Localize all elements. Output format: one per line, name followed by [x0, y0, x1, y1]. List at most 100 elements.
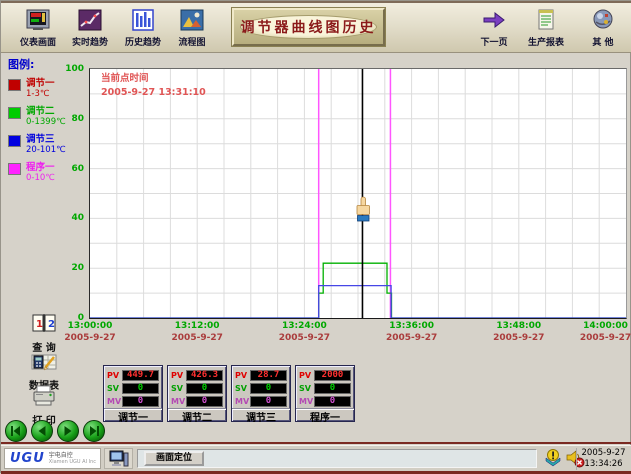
panel-controller-3: PV28.7 SV0 MV0 调节三 — [231, 365, 291, 422]
series-range: 0-10℃ — [26, 173, 88, 183]
company-logo: UGU 宇电自控 Xiamen UGU AI Inc — [4, 448, 101, 469]
statusbar-separator — [1, 442, 631, 444]
alarm-indicator-icon[interactable] — [544, 448, 562, 468]
datasheet-icon — [31, 350, 57, 376]
toolbar-item-label: 下一页 — [480, 35, 507, 48]
y-axis-tick: 20 — [1, 263, 84, 273]
panel-name: 调节二 — [168, 408, 226, 422]
workstation-indicator — [104, 448, 133, 469]
pv-value: 449.7 — [122, 370, 159, 381]
toolbar-item-instrument-screen[interactable]: 仪表画面 — [11, 7, 65, 53]
last-page-button[interactable] — [83, 420, 105, 442]
sv-value: 0 — [314, 383, 351, 394]
page-title-plaque: 调节器曲线图历史 — [232, 8, 385, 46]
sv-label: SV — [299, 384, 314, 393]
previous-icon — [33, 422, 51, 440]
panel-program-1: PV2000 SV0 MV0 程序一 — [295, 365, 355, 422]
x-axis-tick: 13:24:002005-9-27 — [279, 321, 330, 343]
mv-value: 0 — [122, 396, 159, 407]
annotation-datetime: 2005-9-27 13:31:10 — [101, 86, 206, 100]
flow-diagram-icon — [179, 7, 205, 33]
panel-name: 程序一 — [296, 408, 354, 422]
series-swatch — [8, 135, 21, 147]
annotation-label: 当前点时间 — [101, 72, 206, 86]
computer-icon — [109, 450, 129, 468]
toolbar-item-history-trend[interactable]: 历史趋势 — [117, 7, 169, 53]
next-icon — [59, 422, 77, 440]
page-navigation — [5, 420, 105, 442]
svg-text:1: 1 — [36, 319, 43, 330]
legend-item: 调节一 1-3℃ — [8, 78, 88, 100]
instrument-screen-icon — [25, 7, 51, 33]
toolbar-item-realtime-trend[interactable]: 实时趋势 — [63, 7, 117, 53]
mv-value: 0 — [250, 396, 287, 407]
x-axis-tick: 13:36:002005-9-27 — [386, 321, 437, 343]
toolbar-item-label: 生产报表 — [528, 35, 564, 48]
status-date: 2005-9-27 — [577, 448, 630, 459]
mv-value: 0 — [186, 396, 223, 407]
hmi-screen: { "toolbar": { "left_items": [ { "label"… — [0, 0, 631, 473]
toolbar-item-next-page[interactable]: 下一页 — [466, 7, 522, 53]
panel-controller-1: PV449.7 SV0 MV0 调节一 — [103, 365, 163, 422]
next-page-button[interactable] — [57, 420, 79, 442]
pv-value: 2000 — [314, 370, 351, 381]
query-button[interactable]: 12 查 询 — [15, 313, 73, 354]
pv-label: PV — [299, 371, 314, 380]
pv-label: PV — [107, 371, 122, 380]
svg-text:2: 2 — [48, 319, 55, 330]
screen-locate-button[interactable]: 画面定位 — [144, 451, 204, 466]
toolbar-item-label: 仪表画面 — [20, 35, 56, 48]
company-name-cn: 宇电自控 — [49, 453, 96, 459]
y-axis-tick: 100 — [1, 64, 84, 74]
realtime-trend-icon — [77, 7, 103, 33]
legend-item: 调节三 20-101℃ — [8, 134, 88, 156]
sv-value: 0 — [122, 383, 159, 394]
y-axis-tick: 40 — [1, 213, 84, 223]
y-axis-tick: 60 — [1, 164, 84, 174]
statusbar: UGU 宇电自控 Xiamen UGU AI Inc 画面定位 2005-9-2… — [1, 445, 631, 471]
other-globe-icon — [591, 7, 615, 33]
company-name-en: Xiamen UGU AI Inc — [49, 460, 96, 465]
mv-label: MV — [235, 397, 250, 406]
history-trend-icon — [131, 7, 155, 33]
mv-label: MV — [107, 397, 122, 406]
previous-page-button[interactable] — [31, 420, 53, 442]
mv-label: MV — [299, 397, 314, 406]
x-axis-tick: 14:00:002005-9-27 — [580, 321, 631, 343]
datetime-display: 2005-9-27 13:34:26 — [576, 448, 630, 470]
printer-icon — [31, 385, 57, 411]
trend-chart-plot[interactable]: 当前点时间 2005-9-27 13:31:10 — [89, 68, 627, 319]
toolbar-item-label: 实时趋势 — [72, 35, 108, 48]
toolbar-item-flow-diagram[interactable]: 流程图 — [167, 7, 217, 53]
series-range: 20-101℃ — [26, 145, 88, 155]
status-strip: 画面定位 — [137, 449, 537, 468]
status-time: 13:34:26 — [577, 459, 630, 470]
panel-name: 调节三 — [232, 408, 290, 422]
panel-name: 调节一 — [104, 408, 162, 422]
toolbar-item-production-report[interactable]: 生产报表 — [517, 7, 575, 53]
pv-value: 426.3 — [186, 370, 223, 381]
sv-value: 0 — [186, 383, 223, 394]
trend-chart-canvas — [90, 69, 626, 318]
sv-label: SV — [171, 384, 186, 393]
toolbar-item-label: 流程图 — [178, 35, 205, 48]
mv-label: MV — [171, 397, 186, 406]
toolbar-item-other[interactable]: 其 他 — [579, 7, 627, 53]
skip-first-icon — [7, 422, 25, 440]
page-title: 调节器曲线图历史 — [234, 10, 383, 44]
skip-last-icon — [85, 422, 103, 440]
series-name: 调节一 — [26, 78, 88, 89]
toolbar: 仪表画面 实时趋势 历史趋势 流程图 调节器曲线图历史 下一页 生产报表 — [1, 1, 631, 53]
y-axis-tick: 80 — [1, 114, 84, 124]
pv-label: PV — [235, 371, 250, 380]
time-cursor-hand-icon[interactable] — [354, 196, 372, 223]
pv-value: 28.7 — [250, 370, 287, 381]
pv-label: PV — [171, 371, 186, 380]
production-report-icon — [535, 7, 557, 33]
logo-subtext: 宇电自控 Xiamen UGU AI Inc — [49, 453, 96, 465]
series-name: 调节三 — [26, 134, 88, 145]
series-range: 1-3℃ — [26, 89, 88, 99]
first-page-button[interactable] — [5, 420, 27, 442]
cursor-time-annotation: 当前点时间 2005-9-27 13:31:10 — [101, 72, 206, 100]
toolbar-item-label: 其 他 — [592, 35, 613, 48]
